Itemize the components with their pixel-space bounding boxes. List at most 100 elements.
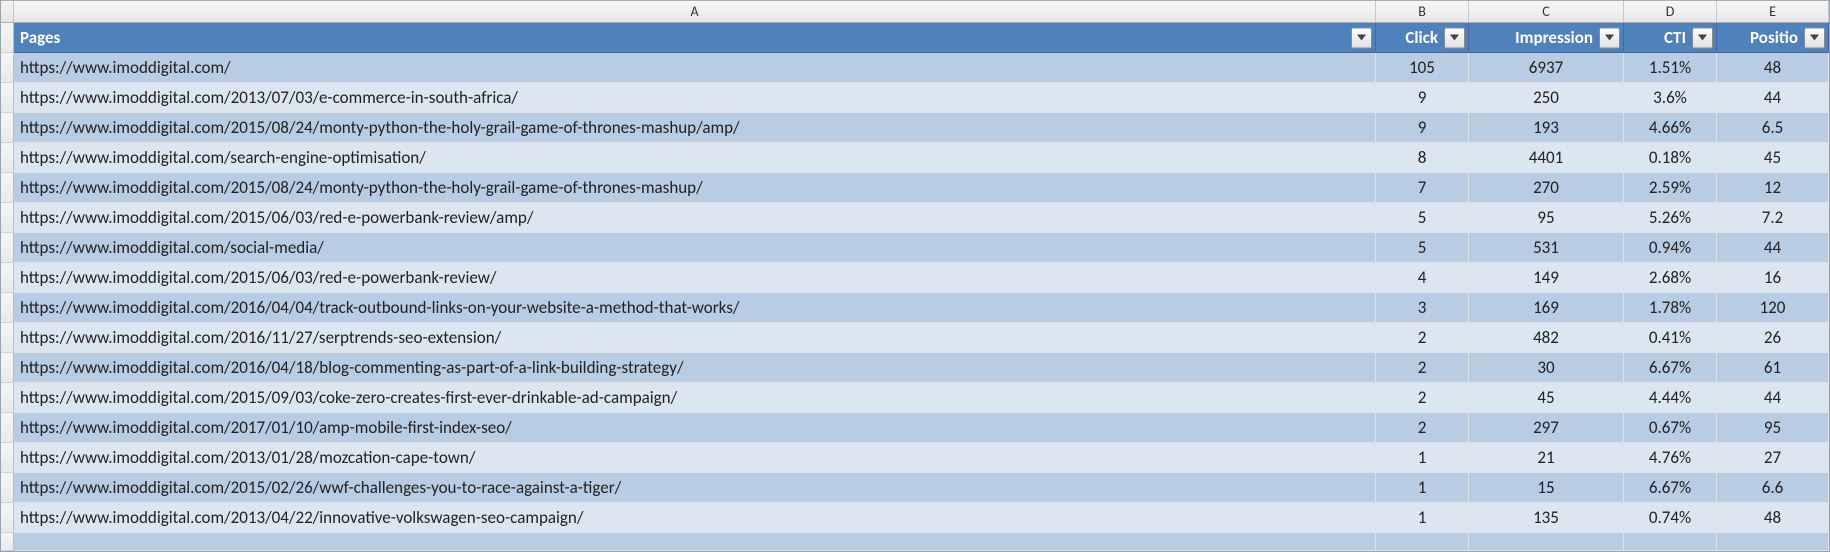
row-number[interactable] — [1, 323, 14, 353]
filter-button-position[interactable] — [1804, 27, 1825, 48]
cell-position[interactable]: 44 — [1717, 233, 1829, 263]
cell-impressions[interactable]: 15 — [1469, 473, 1624, 503]
row-number[interactable] — [1, 113, 14, 143]
cell-position[interactable]: 26 — [1717, 323, 1829, 353]
cell-ctr[interactable]: 0.67% — [1624, 413, 1717, 443]
row-number[interactable] — [1, 383, 14, 413]
cell-pages[interactable]: https://www.imoddigital.com/2017/01/10/a… — [14, 413, 1376, 443]
cell-impressions[interactable]: 30 — [1469, 353, 1624, 383]
cell-pages[interactable]: https://www.imoddigital.com/2015/06/03/r… — [14, 263, 1376, 293]
cell-ctr[interactable]: 1.51% — [1624, 53, 1717, 83]
cell-impressions[interactable]: 169 — [1469, 293, 1624, 323]
cell-position[interactable]: 6.5 — [1717, 113, 1829, 143]
cell-position[interactable]: 27 — [1717, 443, 1829, 473]
cell-pages[interactable]: https://www.imoddigital.com/2015/02/26/w… — [14, 473, 1376, 503]
cell-impressions[interactable]: 45 — [1469, 383, 1624, 413]
cell-pages[interactable]: https://www.imoddigital.com/2015/06/03/r… — [14, 203, 1376, 233]
cell-clicks[interactable]: 7 — [1376, 173, 1469, 203]
cell-clicks[interactable]: 5 — [1376, 203, 1469, 233]
cell-impressions[interactable]: 193 — [1469, 113, 1624, 143]
cell-pages[interactable]: https://www.imoddigital.com/2015/08/24/m… — [14, 173, 1376, 203]
cell-pages[interactable] — [14, 533, 1376, 551]
cell-position[interactable]: 16 — [1717, 263, 1829, 293]
cell-position[interactable]: 61 — [1717, 353, 1829, 383]
row-number[interactable] — [1, 263, 14, 293]
cell-ctr[interactable]: 6.67% — [1624, 473, 1717, 503]
row-number[interactable] — [1, 473, 14, 503]
cell-impressions[interactable]: 4401 — [1469, 143, 1624, 173]
row-number[interactable] — [1, 443, 14, 473]
row-number[interactable] — [1, 173, 14, 203]
header-clicks[interactable]: Click — [1376, 23, 1469, 53]
cell-impressions[interactable]: 482 — [1469, 323, 1624, 353]
cell-impressions[interactable]: 297 — [1469, 413, 1624, 443]
cell-clicks[interactable]: 5 — [1376, 233, 1469, 263]
select-all-corner[interactable] — [1, 1, 14, 22]
cell-impressions[interactable]: 6937 — [1469, 53, 1624, 83]
row-number[interactable] — [1, 293, 14, 323]
cell-impressions[interactable]: 250 — [1469, 83, 1624, 113]
cell-pages[interactable]: https://www.imoddigital.com/2013/07/03/e… — [14, 83, 1376, 113]
row-number[interactable] — [1, 533, 14, 551]
cell-ctr[interactable]: 0.18% — [1624, 143, 1717, 173]
cell-impressions[interactable]: 270 — [1469, 173, 1624, 203]
header-impressions[interactable]: Impression — [1469, 23, 1624, 53]
cell-ctr[interactable]: 5.26% — [1624, 203, 1717, 233]
filter-button-pages[interactable] — [1351, 27, 1372, 48]
cell-ctr[interactable]: 4.66% — [1624, 113, 1717, 143]
header-ctr[interactable]: CTI — [1624, 23, 1717, 53]
filter-button-impressions[interactable] — [1599, 27, 1620, 48]
row-number[interactable] — [1, 143, 14, 173]
cell-clicks[interactable]: 9 — [1376, 83, 1469, 113]
cell-ctr[interactable]: 0.74% — [1624, 503, 1717, 533]
cell-position[interactable]: 44 — [1717, 83, 1829, 113]
cell-impressions[interactable] — [1469, 533, 1624, 551]
header-pages[interactable]: Pages — [14, 23, 1376, 53]
cell-ctr[interactable]: 2.59% — [1624, 173, 1717, 203]
row-number[interactable] — [1, 353, 14, 383]
cell-clicks[interactable] — [1376, 533, 1469, 551]
cell-position[interactable]: 44 — [1717, 383, 1829, 413]
filter-button-clicks[interactable] — [1444, 27, 1465, 48]
column-header-d[interactable]: D — [1624, 1, 1717, 22]
cell-position[interactable]: 48 — [1717, 53, 1829, 83]
cell-pages[interactable]: https://www.imoddigital.com/ — [14, 53, 1376, 83]
cell-pages[interactable]: https://www.imoddigital.com/2016/04/04/t… — [14, 293, 1376, 323]
cell-pages[interactable]: https://www.imoddigital.com/2015/08/24/m… — [14, 113, 1376, 143]
cell-impressions[interactable]: 149 — [1469, 263, 1624, 293]
cell-pages[interactable]: https://www.imoddigital.com/search-engin… — [14, 143, 1376, 173]
cell-impressions[interactable]: 95 — [1469, 203, 1624, 233]
column-header-e[interactable]: E — [1717, 1, 1829, 22]
cell-pages[interactable]: https://www.imoddigital.com/2016/04/18/b… — [14, 353, 1376, 383]
cell-position[interactable]: 7.2 — [1717, 203, 1829, 233]
cell-ctr[interactable]: 4.76% — [1624, 443, 1717, 473]
cell-clicks[interactable]: 1 — [1376, 473, 1469, 503]
row-number[interactable] — [1, 503, 14, 533]
cell-ctr[interactable]: 1.78% — [1624, 293, 1717, 323]
cell-clicks[interactable]: 4 — [1376, 263, 1469, 293]
cell-clicks[interactable]: 1 — [1376, 443, 1469, 473]
cell-ctr[interactable] — [1624, 533, 1717, 551]
cell-clicks[interactable]: 9 — [1376, 113, 1469, 143]
cell-clicks[interactable]: 2 — [1376, 353, 1469, 383]
cell-impressions[interactable]: 531 — [1469, 233, 1624, 263]
column-header-a[interactable]: A — [14, 1, 1376, 22]
cell-clicks[interactable]: 1 — [1376, 503, 1469, 533]
cell-ctr[interactable]: 3.6% — [1624, 83, 1717, 113]
row-number[interactable] — [1, 233, 14, 263]
cell-position[interactable]: 120 — [1717, 293, 1829, 323]
cell-clicks[interactable]: 3 — [1376, 293, 1469, 323]
row-number[interactable] — [1, 83, 14, 113]
cell-position[interactable]: 45 — [1717, 143, 1829, 173]
cell-position[interactable]: 6.6 — [1717, 473, 1829, 503]
cell-position[interactable]: 48 — [1717, 503, 1829, 533]
cell-ctr[interactable]: 2.68% — [1624, 263, 1717, 293]
cell-position[interactable]: 12 — [1717, 173, 1829, 203]
cell-position[interactable] — [1717, 533, 1829, 551]
cell-clicks[interactable]: 2 — [1376, 323, 1469, 353]
cell-clicks[interactable]: 8 — [1376, 143, 1469, 173]
cell-clicks[interactable]: 105 — [1376, 53, 1469, 83]
cell-ctr[interactable]: 4.44% — [1624, 383, 1717, 413]
cell-impressions[interactable]: 21 — [1469, 443, 1624, 473]
cell-ctr[interactable]: 0.94% — [1624, 233, 1717, 263]
